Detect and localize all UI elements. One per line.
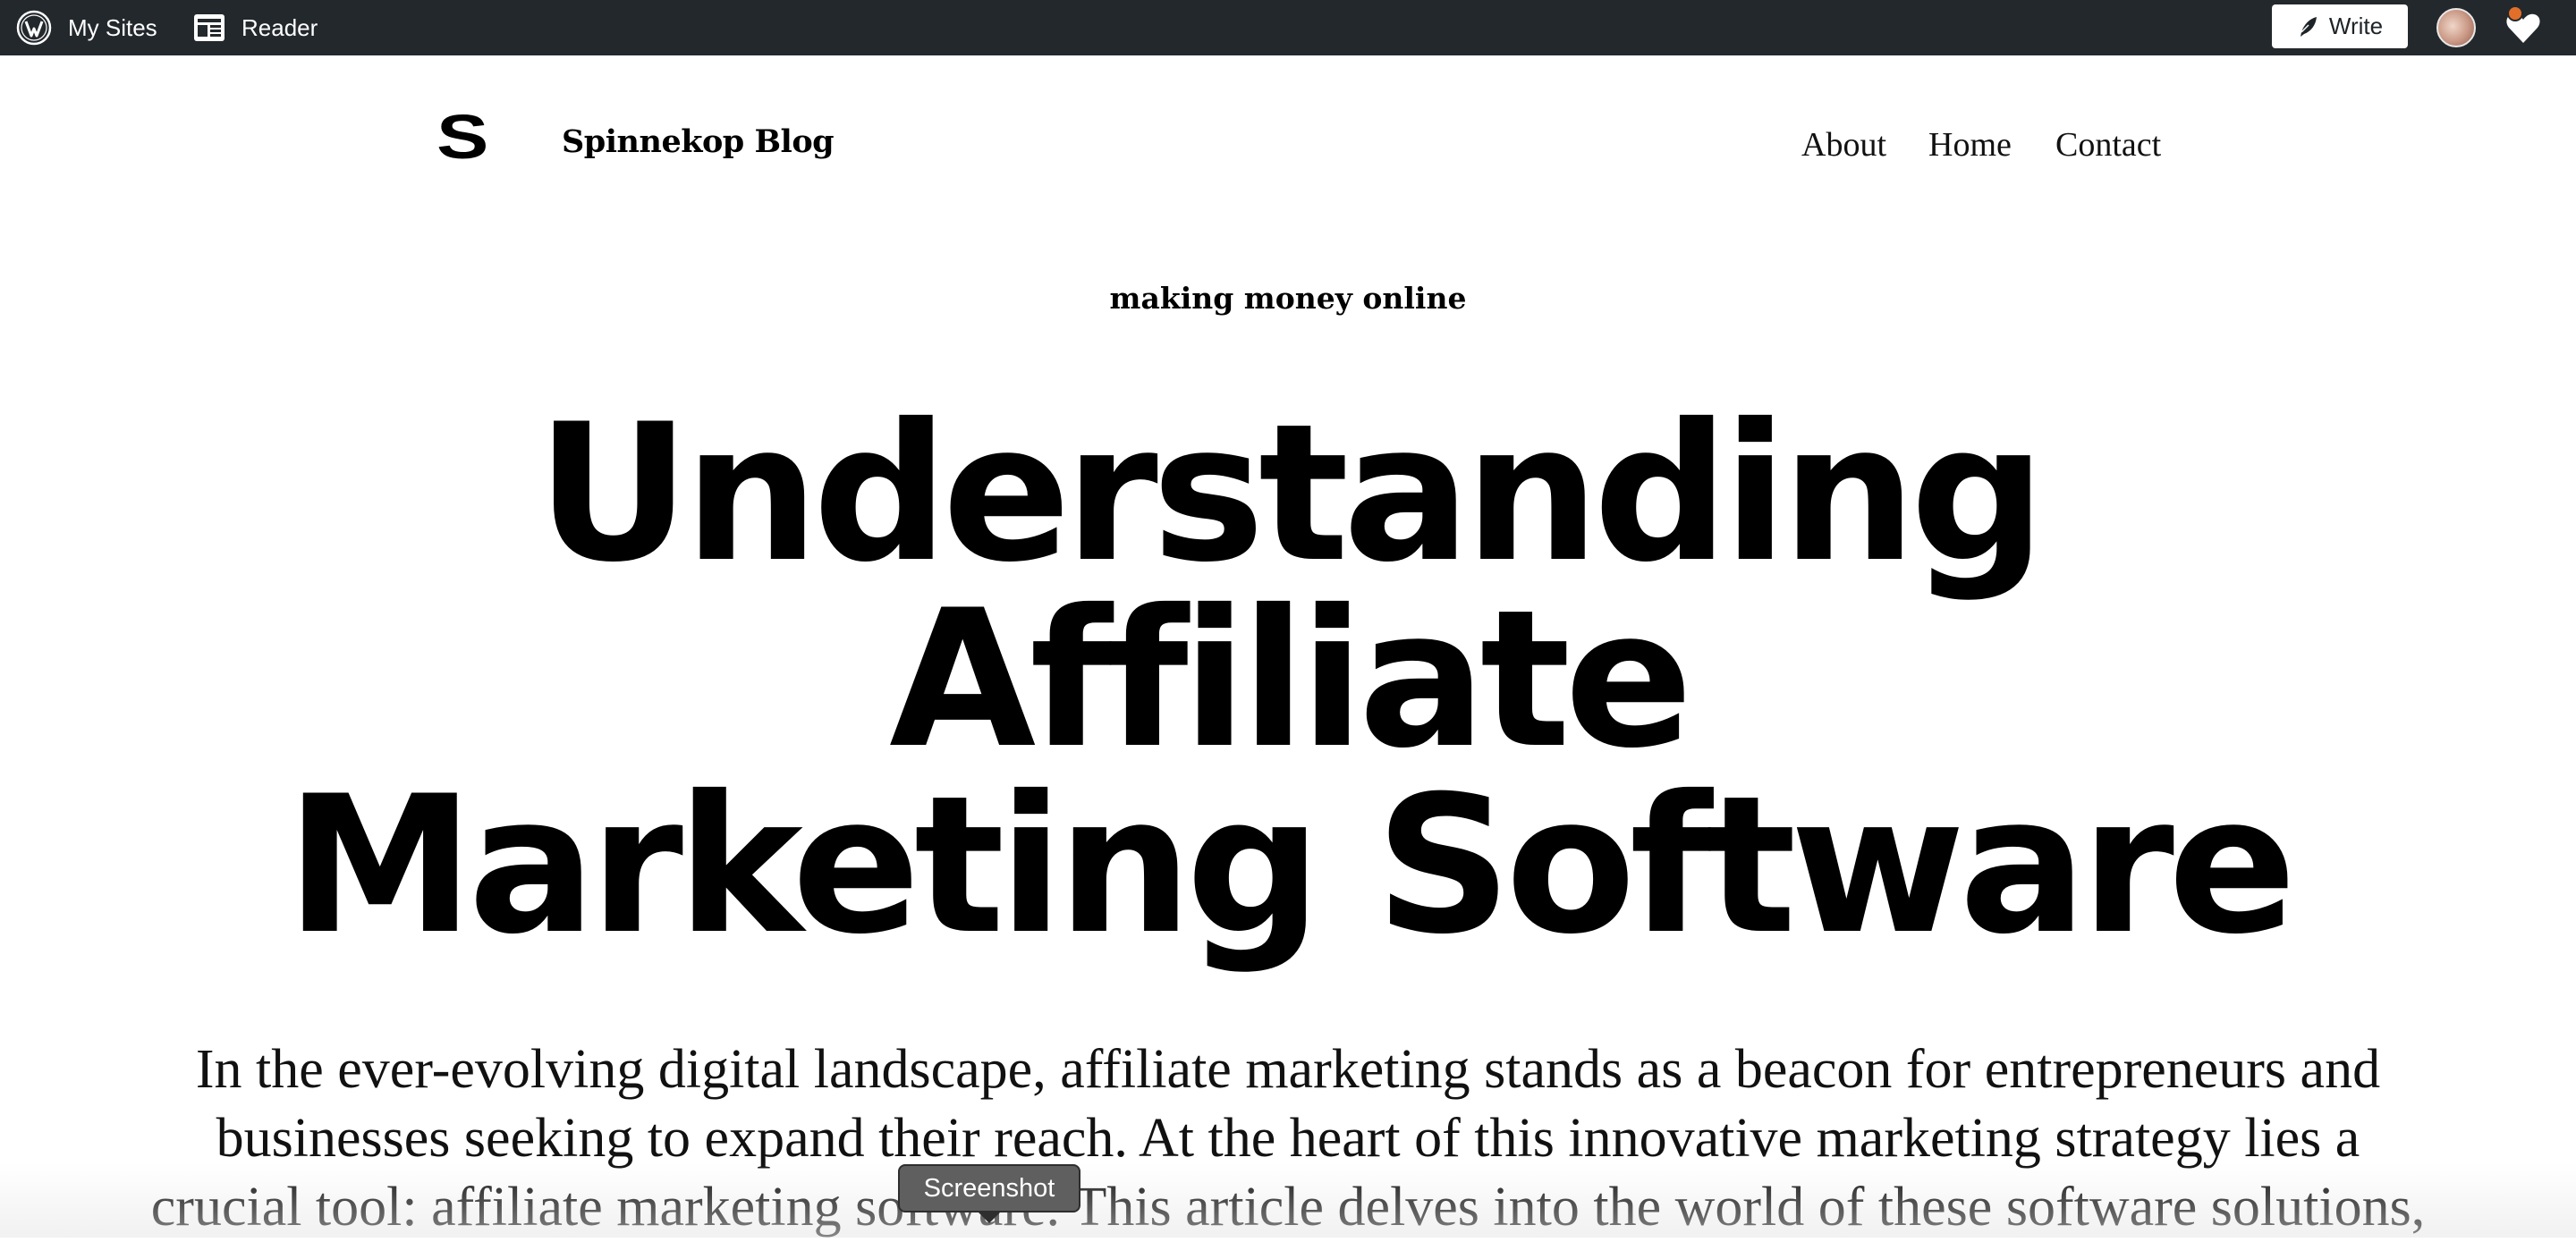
reader-label: Reader: [242, 13, 318, 41]
nav-contact[interactable]: Contact: [2055, 125, 2161, 165]
screenshot-tooltip: Screenshot: [898, 1164, 1080, 1212]
post-title-line: Understanding: [536, 383, 2046, 604]
post-excerpt-line: businesses seeking to expand their reach…: [216, 1108, 2360, 1169]
pen-icon: [2300, 16, 2317, 37]
post-category[interactable]: making money online: [0, 281, 2576, 316]
notifications-heart-icon[interactable]: [2503, 4, 2544, 48]
reader-button[interactable]: Reader: [193, 0, 318, 55]
reader-icon: [194, 14, 225, 41]
post-title-line: Marketing Software: [285, 755, 2296, 976]
site-title[interactable]: Spinnekop Blog: [562, 123, 835, 160]
post-excerpt-line: In the ever-evolving digital landscape, …: [195, 1039, 2381, 1100]
post-title-line: Affiliate: [889, 569, 1693, 790]
nav-about[interactable]: About: [1801, 125, 1886, 165]
admin-bar: My Sites Reader Write: [0, 0, 2576, 55]
site-logo[interactable]: S: [436, 106, 488, 168]
write-button[interactable]: Write: [2272, 4, 2408, 48]
write-label: Write: [2328, 13, 2384, 39]
screenshot-tooltip-arrow: [977, 1211, 1002, 1223]
my-sites-button[interactable]: My Sites: [16, 0, 157, 55]
post-title: Understanding Affiliate Marketing Softwa…: [0, 383, 2576, 976]
nav-home[interactable]: Home: [1928, 125, 2012, 165]
post-excerpt: In the ever-evolving digital landscape, …: [107, 1035, 2469, 1242]
wordpress-logo-icon: [16, 10, 52, 46]
post-excerpt-line: crucial tool: affiliate marketing softwa…: [150, 1177, 2426, 1238]
my-sites-label: My Sites: [68, 13, 157, 41]
user-avatar[interactable]: [2436, 8, 2476, 47]
